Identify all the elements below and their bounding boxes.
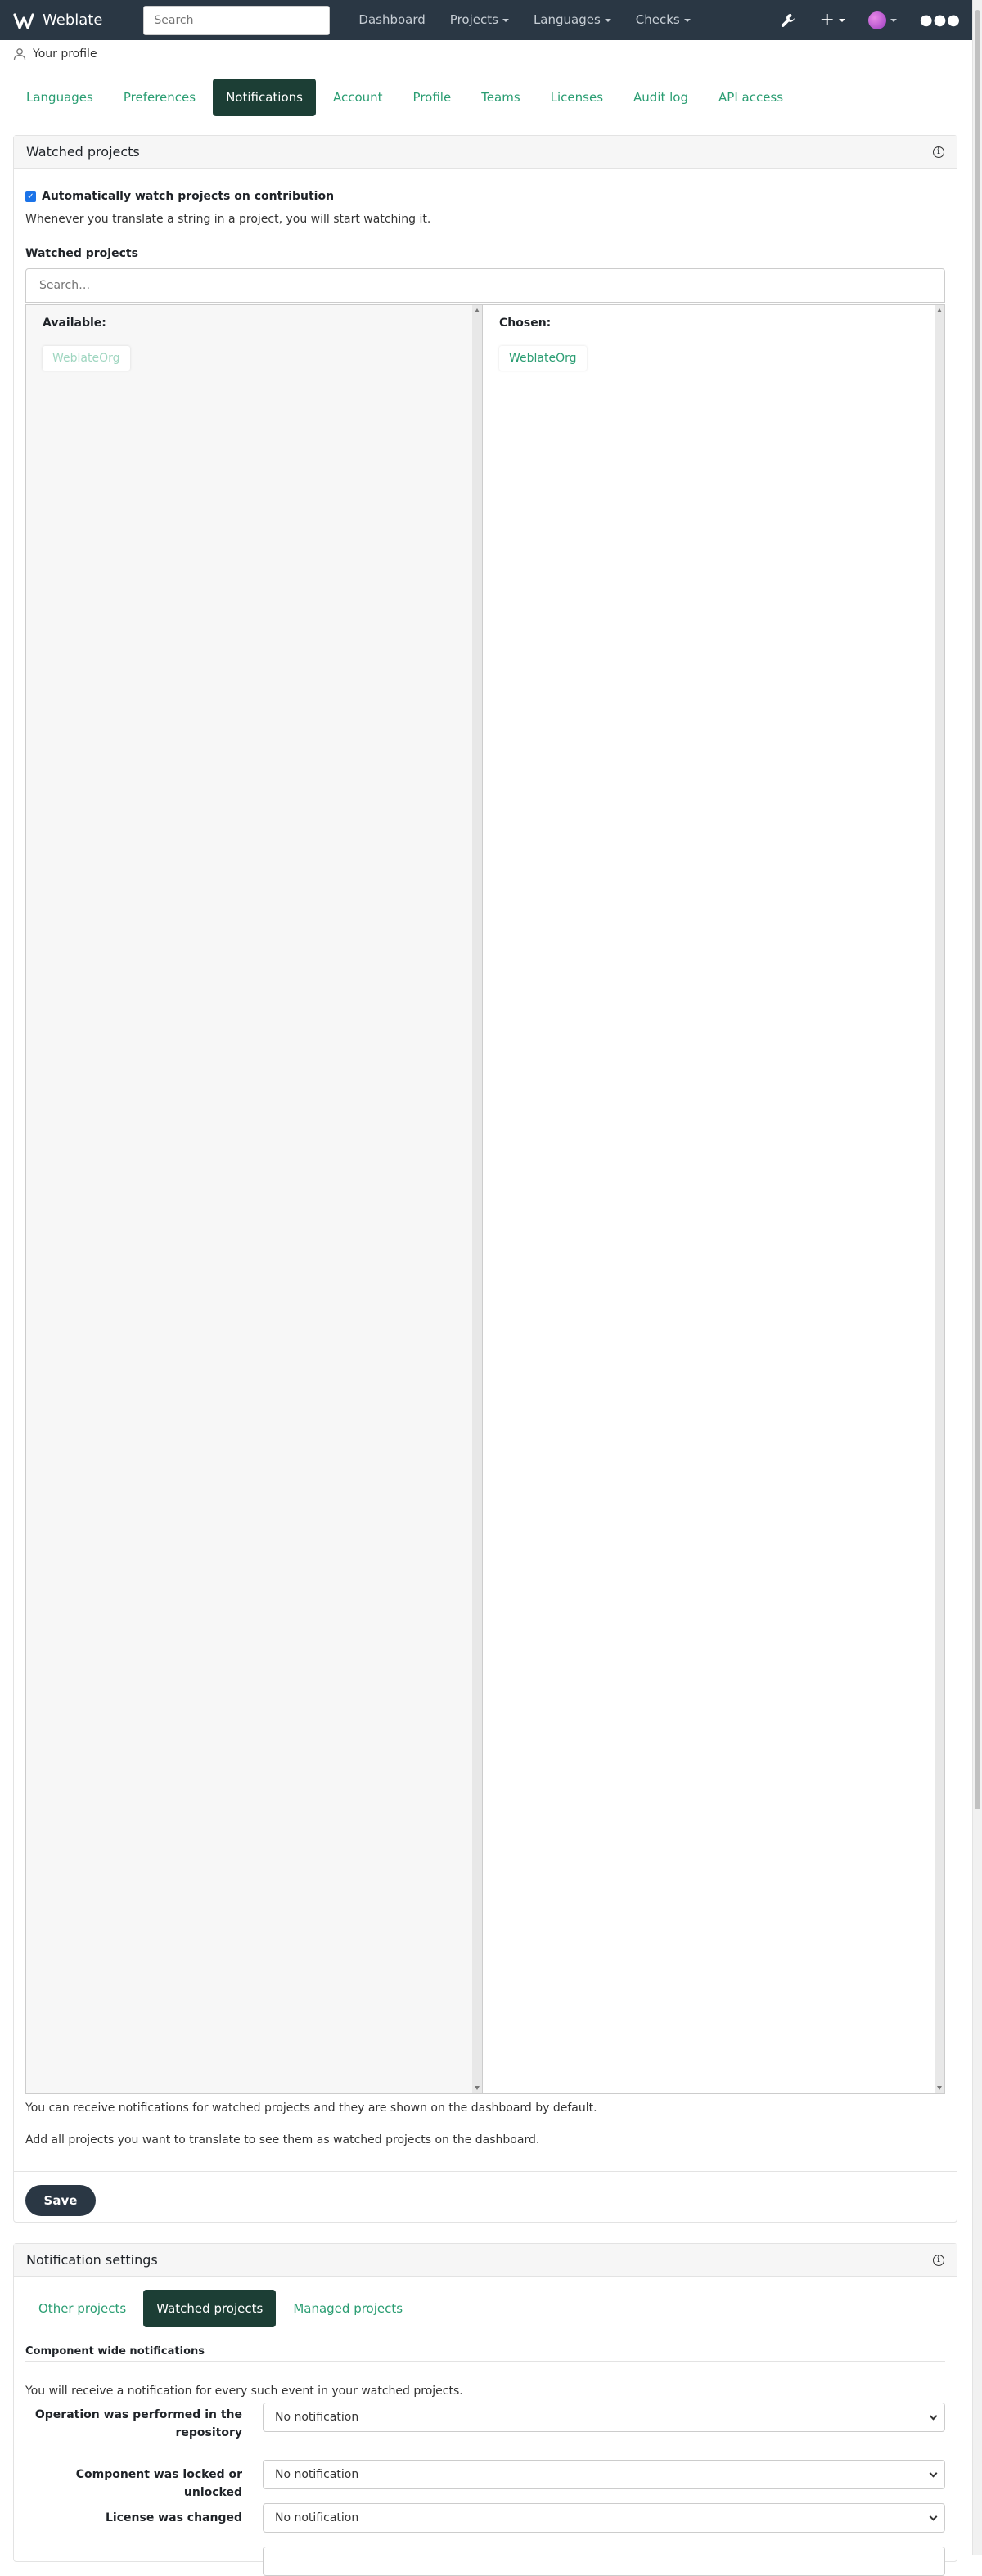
brand[interactable]: Weblate [11, 8, 102, 33]
tab-teams[interactable]: Teams [468, 79, 533, 116]
project-selector: Available: WeblateOrg Chosen: WeblateOrg [25, 304, 945, 2094]
notification-label: License was changed [106, 2511, 242, 2524]
breadcrumb: Your profile [13, 47, 97, 61]
notification-select[interactable] [263, 2547, 945, 2576]
plus-icon: + [819, 9, 835, 30]
brand-name: Weblate [43, 11, 103, 29]
user-menu[interactable] [867, 11, 897, 29]
tab-notifications[interactable]: Notifications [213, 79, 316, 116]
chevron-down-icon [929, 2469, 938, 2478]
tab-preferences[interactable]: Preferences [110, 79, 209, 116]
search-input[interactable] [143, 5, 331, 35]
chosen-list[interactable]: Chosen: WeblateOrg [483, 305, 944, 2093]
more-icon[interactable]: ●●● [920, 11, 961, 29]
chevron-down-icon [604, 18, 611, 22]
project-search-input[interactable] [25, 268, 945, 303]
section-help: You will receive a notification for ever… [25, 2385, 463, 2398]
scrollbar-thumb[interactable] [975, 10, 980, 1809]
chosen-item[interactable]: WeblateOrg [499, 346, 587, 371]
divider [25, 2361, 945, 2362]
auto-watch-checkbox-row[interactable]: ✓ Automatically watch projects on contri… [25, 190, 334, 203]
page-scrollbar[interactable] [972, 0, 982, 2555]
watched-help-2: Add all projects you want to translate t… [25, 2133, 540, 2147]
chevron-down-icon [890, 18, 897, 22]
select-value: No notification [275, 2411, 359, 2424]
wrench-icon[interactable] [780, 12, 796, 29]
notification-label: Component was locked or unlocked [75, 2468, 242, 2499]
chosen-title: Chosen: [499, 317, 552, 330]
info-icon[interactable]: i [933, 146, 944, 158]
nav-projects[interactable]: Projects [438, 0, 521, 40]
chevron-down-icon [929, 2512, 938, 2521]
available-item: WeblateOrg [43, 346, 130, 371]
scroll-down-icon[interactable] [475, 2086, 480, 2090]
scroll-down-icon[interactable] [937, 2086, 942, 2090]
nav-checks[interactable]: Checks [624, 0, 703, 40]
select-value: No notification [275, 2468, 359, 2481]
watched-projects-panel: Watched projects i ✓ Automatically watch… [13, 135, 957, 2223]
available-list[interactable]: Available: WeblateOrg [26, 305, 483, 2093]
auto-watch-checkbox[interactable]: ✓ [25, 191, 36, 202]
available-title: Available: [43, 317, 106, 330]
section-title: Component wide notifications [25, 2345, 205, 2358]
nav-languages[interactable]: Languages [521, 0, 624, 40]
avatar [867, 11, 886, 29]
notification-select[interactable]: No notification [263, 2403, 945, 2432]
tab-licenses[interactable]: Licenses [538, 79, 616, 116]
nav-checks-label: Checks [635, 12, 680, 27]
user-icon [13, 48, 26, 61]
panel-header: Notification settings i [14, 2244, 957, 2277]
profile-tabs: Languages Preferences Notifications Acco… [13, 79, 800, 116]
chevron-down-icon [502, 18, 509, 22]
breadcrumb-label[interactable]: Your profile [33, 47, 97, 61]
auto-watch-help: Whenever you translate a string in a pro… [25, 213, 431, 226]
panel-header: Watched projects i [14, 136, 957, 169]
nav-projects-label: Projects [449, 12, 498, 27]
watched-projects-label: Watched projects [25, 247, 138, 260]
notification-select[interactable]: No notification [263, 2503, 945, 2533]
notification-label: Operation was performed in the repositor… [34, 2408, 242, 2439]
subtab-managed-projects[interactable]: Managed projects [280, 2290, 416, 2327]
notification-settings-panel: Notification settings i Other projects W… [13, 2243, 957, 2576]
scroll-up-icon[interactable] [475, 308, 480, 312]
notification-subtabs: Other projects Watched projects Managed … [25, 2290, 420, 2327]
tab-account[interactable]: Account [320, 79, 396, 116]
notification-select[interactable]: No notification [263, 2460, 945, 2489]
select-value: No notification [275, 2511, 359, 2524]
watched-help-1: You can receive notifications for watche… [25, 2102, 597, 2115]
auto-watch-label[interactable]: Automatically watch projects on contribu… [42, 190, 334, 203]
tab-profile[interactable]: Profile [400, 79, 465, 116]
nav-languages-label: Languages [533, 12, 601, 27]
subtab-watched-projects[interactable]: Watched projects [143, 2290, 277, 2327]
panel-title: Watched projects [26, 144, 140, 160]
tab-languages[interactable]: Languages [13, 79, 106, 116]
divider [14, 2171, 957, 2172]
chevron-down-icon [929, 2412, 938, 2421]
chevron-down-icon [683, 18, 691, 22]
scroll-up-icon[interactable] [937, 308, 942, 312]
save-button[interactable]: Save [25, 2185, 96, 2216]
add-menu[interactable]: + [819, 9, 845, 30]
tab-audit-log[interactable]: Audit log [620, 79, 701, 116]
panel-title: Notification settings [26, 2252, 158, 2268]
nav-dashboard[interactable]: Dashboard [346, 0, 437, 40]
weblate-logo-icon [13, 12, 34, 29]
subtab-other-projects[interactable]: Other projects [25, 2290, 139, 2327]
tab-api-access[interactable]: API access [705, 79, 796, 116]
chevron-down-icon [838, 18, 845, 22]
top-navbar: Weblate Dashboard Projects Languages Che… [0, 0, 972, 40]
available-scrollbar[interactable] [472, 305, 482, 2093]
chosen-scrollbar[interactable] [935, 305, 944, 2093]
info-icon[interactable]: i [933, 2254, 944, 2266]
